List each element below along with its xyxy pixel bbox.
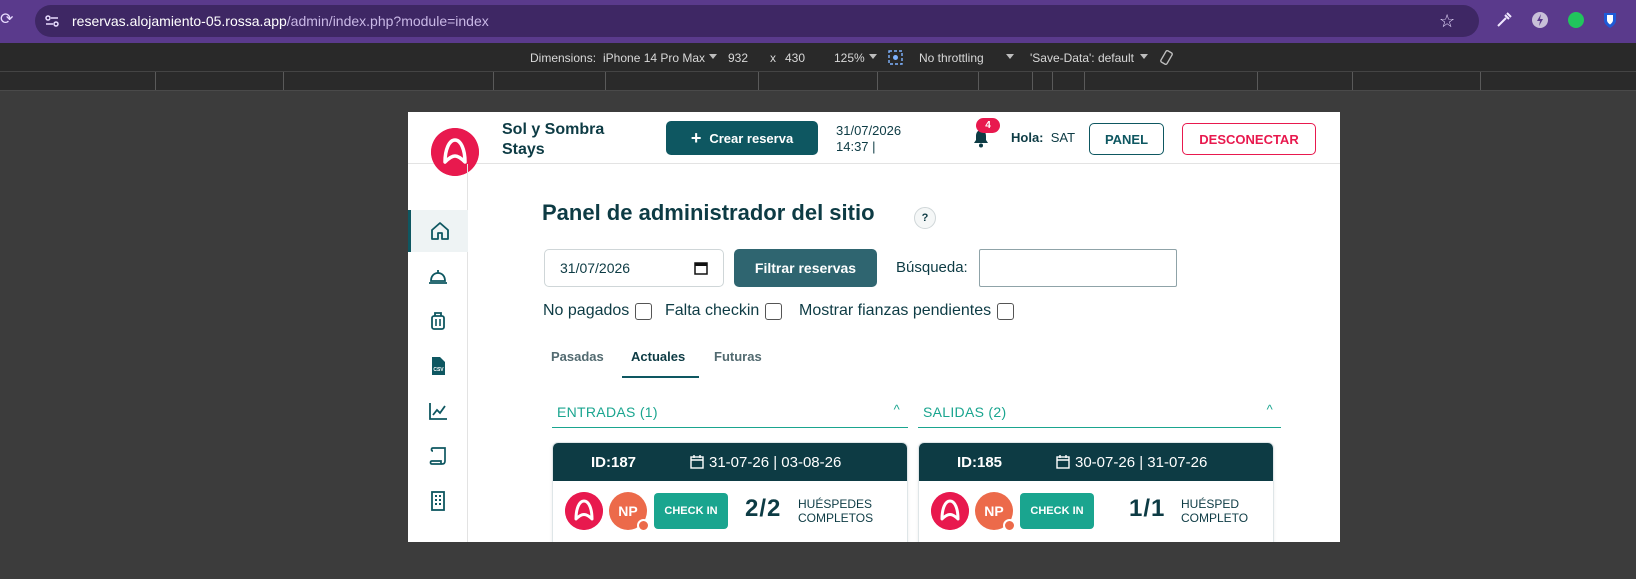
booking-card-header: ID:187 31-07-26 | 03-08-26 <box>553 443 907 481</box>
site-settings-icon[interactable] <box>44 13 60 29</box>
device-toolbar: Dimensions: iPhone 14 Pro Max 932 x 430 … <box>0 43 1636 72</box>
lightning-extension-icon[interactable] <box>1530 10 1550 30</box>
tab-future[interactable]: Futuras <box>714 344 762 378</box>
dimensions-label: Dimensions: <box>530 51 597 65</box>
booking-card-header: ID:185 30-07-26 | 31-07-26 <box>919 443 1273 481</box>
svg-text:CSV: CSV <box>433 367 444 373</box>
sidebar-item-contracts[interactable] <box>408 435 468 477</box>
notifications-badge: 4 <box>976 118 1000 133</box>
entries-section-header[interactable]: ENTRADAS (1) ^ <box>552 400 908 428</box>
filter-missing-checkin[interactable]: Falta checkin <box>665 302 783 320</box>
browser-toolbar: ⟳ reservas.alojamiento-05.rossa.app/admi… <box>0 0 1636 43</box>
guest-status-label: HUÉSPEDES COMPLETOS <box>798 497 874 525</box>
help-button[interactable]: ? <box>914 207 936 229</box>
sidebar-item-reception[interactable] <box>408 255 468 297</box>
sidebar-item-buildings[interactable] <box>408 480 468 522</box>
sidebar-item-luggage[interactable] <box>408 300 468 342</box>
booking-card-body: NP CHECK IN 2/2 HUÉSPEDES COMPLETOS <box>553 481 907 542</box>
booking-card[interactable]: ID:187 31-07-26 | 03-08-26 NP CHECK IN 2… <box>552 442 908 542</box>
luggage-icon <box>431 312 445 330</box>
booking-id: ID:187 <box>591 454 637 471</box>
home-icon <box>430 222 449 240</box>
create-booking-button[interactable]: + Crear reserva <box>666 121 818 155</box>
date-filter-input[interactable]: 31/07/2026 <box>544 249 724 287</box>
guest-count: 2/2 <box>745 495 782 522</box>
dimension-separator: x <box>770 51 776 65</box>
height-input[interactable]: 430 <box>785 51 805 65</box>
csv-file-icon: CSV <box>432 357 445 375</box>
plus-icon: + <box>690 128 702 148</box>
throttling-caret-icon[interactable] <box>1006 54 1014 59</box>
address-bar[interactable]: reservas.alojamiento-05.rossa.app/admin/… <box>35 5 1479 37</box>
check-in-button[interactable]: CHECK IN <box>654 493 728 529</box>
sidebar-item-stats[interactable] <box>408 390 468 432</box>
current-datetime: 31/07/2026 14:37 | <box>836 123 902 154</box>
guest-count: 1/1 <box>1129 495 1166 522</box>
page-title: Panel de administrador del sitio <box>542 200 875 225</box>
status-dot-icon[interactable] <box>1566 10 1586 30</box>
hotel-name: Sol y Sombra Stays <box>502 121 605 158</box>
booking-dates: 31-07-26 | 03-08-26 <box>709 454 842 471</box>
booking-id: ID:185 <box>957 454 1003 471</box>
save-data-select[interactable]: 'Save-Data': default <box>1030 51 1134 65</box>
media-query-ruler <box>0 72 1636 91</box>
booking-card[interactable]: ID:185 30-07-26 | 31-07-26 NP CHECK IN 1… <box>918 442 1274 542</box>
logout-button[interactable]: DESCONECTAR <box>1182 123 1316 155</box>
panel-button[interactable]: PANEL <box>1089 123 1164 155</box>
booking-card-body: NP CHECK IN 1/1 HUÉSPED COMPLETO <box>919 481 1273 542</box>
throttling-select[interactable]: No throttling <box>919 51 984 65</box>
device-viewport: Sol y Sombra Stays + Crear reserva 31/07… <box>408 112 1340 542</box>
calendar-icon <box>1056 455 1070 469</box>
app-header: Sol y Sombra Stays + Crear reserva 31/07… <box>408 112 1340 176</box>
filter-pending-deposits[interactable]: Mostrar fianzas pendientes <box>799 302 1015 320</box>
booking-dates: 30-07-26 | 31-07-26 <box>1075 454 1208 471</box>
channel-logo-icon <box>565 492 603 530</box>
chevron-up-icon[interactable]: ^ <box>1267 402 1273 417</box>
user-greeting: Hola: SAT <box>1011 130 1076 145</box>
device-frame-icon[interactable] <box>888 50 903 65</box>
calendar-icon <box>690 455 704 469</box>
pending-deposits-checkbox[interactable] <box>997 302 1015 320</box>
url-text[interactable]: reservas.alojamiento-05.rossa.app/admin/… <box>72 13 489 29</box>
tab-current[interactable]: Actuales <box>622 344 699 378</box>
unpaid-checkbox[interactable] <box>635 302 653 320</box>
calendar-icon[interactable] <box>694 261 708 275</box>
chart-line-icon <box>429 403 447 420</box>
rotate-icon[interactable] <box>1158 49 1175 66</box>
eyedropper-extension-icon[interactable] <box>1494 10 1514 30</box>
reception-bell-icon <box>429 270 447 284</box>
chevron-up-icon[interactable]: ^ <box>894 402 900 417</box>
check-in-button[interactable]: CHECK IN <box>1020 493 1094 529</box>
zoom-caret-icon[interactable] <box>869 54 877 59</box>
scroll-icon <box>429 447 446 465</box>
sidebar-item-home[interactable] <box>408 210 468 252</box>
search-input[interactable] <box>979 249 1177 287</box>
bookmark-star-icon[interactable]: ☆ <box>1439 11 1455 32</box>
width-input[interactable]: 932 <box>728 51 748 65</box>
device-select[interactable]: iPhone 14 Pro Max <box>603 51 705 65</box>
payment-warning-icon <box>637 519 650 532</box>
building-icon <box>431 491 445 511</box>
guest-status-label: HUÉSPED COMPLETO <box>1181 497 1249 525</box>
missing-checkin-checkbox[interactable] <box>765 302 783 320</box>
reload-icon[interactable]: ⟳ <box>0 10 14 30</box>
channel-logo-icon <box>931 492 969 530</box>
search-label: Búsqueda: <box>896 259 968 276</box>
shield-extension-icon[interactable] <box>1600 10 1620 30</box>
payment-warning-icon <box>1003 519 1016 532</box>
zoom-select[interactable]: 125% <box>834 51 865 65</box>
exits-section-header[interactable]: SALIDAS (2) ^ <box>918 400 1281 428</box>
filter-unpaid[interactable]: No pagados <box>543 302 653 320</box>
tab-past[interactable]: Pasadas <box>551 344 604 378</box>
filter-bookings-button[interactable]: Filtrar reservas <box>734 249 877 287</box>
save-data-caret-icon[interactable] <box>1140 54 1148 59</box>
device-select-caret-icon[interactable] <box>709 54 717 59</box>
sidebar: CSV <box>408 164 468 542</box>
sidebar-item-csv[interactable]: CSV <box>408 345 468 387</box>
